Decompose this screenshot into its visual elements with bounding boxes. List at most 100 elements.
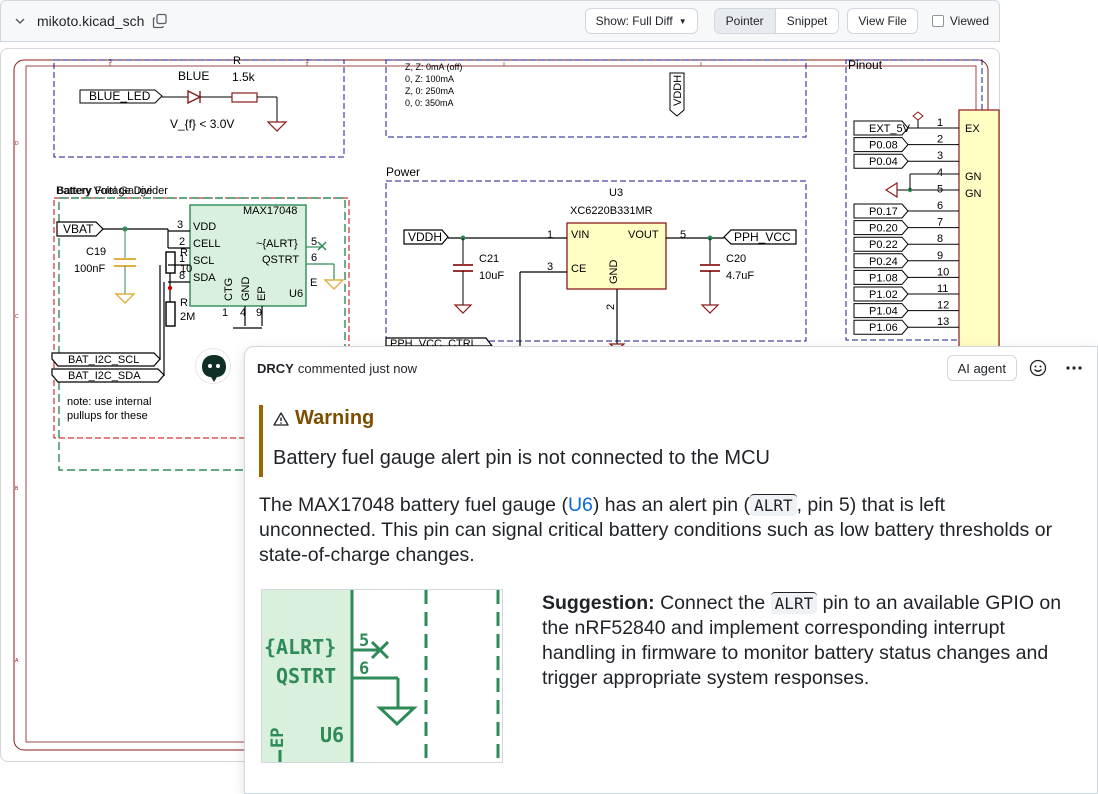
ai-agent-badge: AI agent <box>946 355 1017 381</box>
connector-pin-num: 11 <box>937 283 948 295</box>
res-ref: R <box>180 297 188 309</box>
u6-pin-num: 6 <box>311 252 317 264</box>
vddh-label-top: VDDH <box>672 75 684 106</box>
mode-snippet-button[interactable]: Snippet <box>775 9 839 33</box>
ic-u3-ref: U3 <box>609 187 623 199</box>
u6-pin-num-ctg: 1 <box>222 307 228 319</box>
viewed-label: Viewed <box>949 14 989 28</box>
suggest-alrt-code: ALRT <box>770 592 818 614</box>
border-mark-left: A <box>15 658 19 664</box>
viewed-checkbox[interactable]: Viewed <box>931 14 989 28</box>
border-mark-left: B <box>15 486 19 492</box>
u6-pin-num: 9 <box>256 307 262 319</box>
file-name[interactable]: mikoto.kicad_sch <box>37 13 144 29</box>
cap-c21-ref: C21 <box>479 253 499 265</box>
show-diff-label: Show: Full Diff <box>595 14 673 28</box>
u3-pin-vin: VIN <box>571 229 589 241</box>
cap-c19-ref: C19 <box>86 246 106 258</box>
current-table-row: 0, Z: 100mA <box>405 74 454 84</box>
current-table-row: Z, 0: 250mA <box>405 86 454 96</box>
copy-icon[interactable] <box>152 13 168 29</box>
power-block-title: Power <box>386 165 420 179</box>
viewed-checkbox-box[interactable] <box>931 15 944 27</box>
connector-pin-num: 1 <box>937 117 943 129</box>
u3-pin-ce: CE <box>571 263 586 275</box>
suggestion-part: Connect the <box>654 592 771 614</box>
add-reaction-icon[interactable] <box>1027 357 1049 379</box>
warning-text: Battery fuel gauge alert pin is not conn… <box>273 447 770 469</box>
cap-c19-val: 100nF <box>74 263 105 275</box>
u6-pin-vdd: VDD <box>193 221 216 233</box>
u6-pin-gnd: GND <box>240 277 252 302</box>
connector-pin-num: 6 <box>937 200 943 212</box>
u3-pin-num: 2 <box>605 304 617 310</box>
show-diff-dropdown[interactable]: Show: Full Diff ▼ <box>584 8 698 34</box>
u3-pin-num: 1 <box>547 229 553 241</box>
comment-body: The MAX17048 battery fuel gauge (U6) has… <box>259 493 1059 568</box>
battery-note-line: pullups for these <box>67 410 148 422</box>
border-mark-left: D <box>15 141 19 147</box>
more-options-icon[interactable] <box>1063 357 1085 379</box>
crop-ep: EP <box>268 728 288 748</box>
cap-c20-ref: C20 <box>726 253 746 265</box>
connector-net-label: P0.04 <box>869 156 898 168</box>
review-comment: DRCY commented just now AI agent Warning… <box>244 346 1098 794</box>
connector-pin-num: 7 <box>937 217 943 229</box>
crop-qstrt: QSTRT <box>276 664 336 688</box>
connector-net-label: P0.17 <box>869 206 898 218</box>
comment-action: commented just now <box>297 360 418 376</box>
conn-text: GN <box>965 171 982 183</box>
net-bat-i2c-sda: BAT_I2C_SDA <box>68 370 141 382</box>
u6-pin-e: E <box>310 277 317 289</box>
connector-pin-num: 12 <box>937 300 949 312</box>
connector-net-label: P0.24 <box>869 256 898 268</box>
crop-pin5: 5 <box>359 631 369 651</box>
u6-pin-ep: EP <box>256 286 268 301</box>
view-file-button[interactable]: View File <box>847 8 918 34</box>
connector-pin-num: 13 <box>937 316 949 328</box>
u6-pin-cell: CELL <box>193 238 221 250</box>
comment-header: DRCY commented just now AI agent <box>245 347 1097 389</box>
mode-pointer-button[interactable]: Pointer <box>714 9 776 33</box>
res-value: 1.5k <box>232 70 256 84</box>
res-ref: R <box>180 247 188 259</box>
connector-net-label: P1.04 <box>869 306 898 318</box>
u3-pin-num: 5 <box>680 229 686 241</box>
connector-net-label: P0.20 <box>869 223 898 235</box>
connector-pin-num: 4 <box>937 167 943 179</box>
conn-text: EX <box>965 123 980 135</box>
connector-net-label: P1.08 <box>869 272 898 284</box>
drcy-bot-avatar[interactable] <box>195 348 231 384</box>
comment-author[interactable]: DRCY <box>257 361 294 376</box>
collapse-chevron-icon[interactable] <box>11 12 29 30</box>
warning-callout: Warning Battery fuel gauge alert pin is … <box>259 405 1079 477</box>
battery-note-line: note: use internal <box>67 396 151 408</box>
u6-pin-alrt: ~{ALRT} <box>256 238 298 250</box>
ic-u6-name: MAX17048 <box>243 205 297 217</box>
u6-pin-num: 5 <box>311 236 317 248</box>
cap-c20-val: 4.7uF <box>726 270 754 282</box>
res-val: 2M <box>180 311 195 323</box>
net-pph-vcc: PPH_VCC <box>734 230 791 244</box>
warning-title: Warning <box>273 405 1079 431</box>
connector-pin-num: 10 <box>937 266 949 278</box>
suggestion-text: Suggestion: Connect the ALRT pin to an a… <box>542 591 1062 691</box>
current-table-row: 0, 0: 350mA <box>405 98 454 108</box>
border-mark-left: C <box>15 314 19 320</box>
connector-pin-num: 5 <box>937 183 943 195</box>
net-vbat: VBAT <box>63 222 94 236</box>
crop-pin6: 6 <box>359 659 369 679</box>
fuel-gauge-title: Battery Fuel Gauge <box>57 185 152 197</box>
u6-pin-qstrt: QSTRT <box>262 254 299 266</box>
connector-net-label: P1.02 <box>869 289 898 301</box>
u6-link[interactable]: U6 <box>568 494 593 516</box>
current-table-row: Z, Z: 0mA (off) <box>405 62 462 72</box>
dropdown-caret-icon: ▼ <box>678 16 687 26</box>
mode-toggle: Pointer Snippet <box>713 8 840 34</box>
u3-pin-num: 3 <box>547 261 553 273</box>
crop-alrt: {ALRT} <box>264 635 336 659</box>
warning-title-text: Warning <box>295 406 375 429</box>
connector-net-label: EXT_5V <box>869 123 911 135</box>
connector-pin-num: 2 <box>937 134 943 146</box>
net-bat-i2c-scl: BAT_I2C_SCL <box>68 354 139 366</box>
